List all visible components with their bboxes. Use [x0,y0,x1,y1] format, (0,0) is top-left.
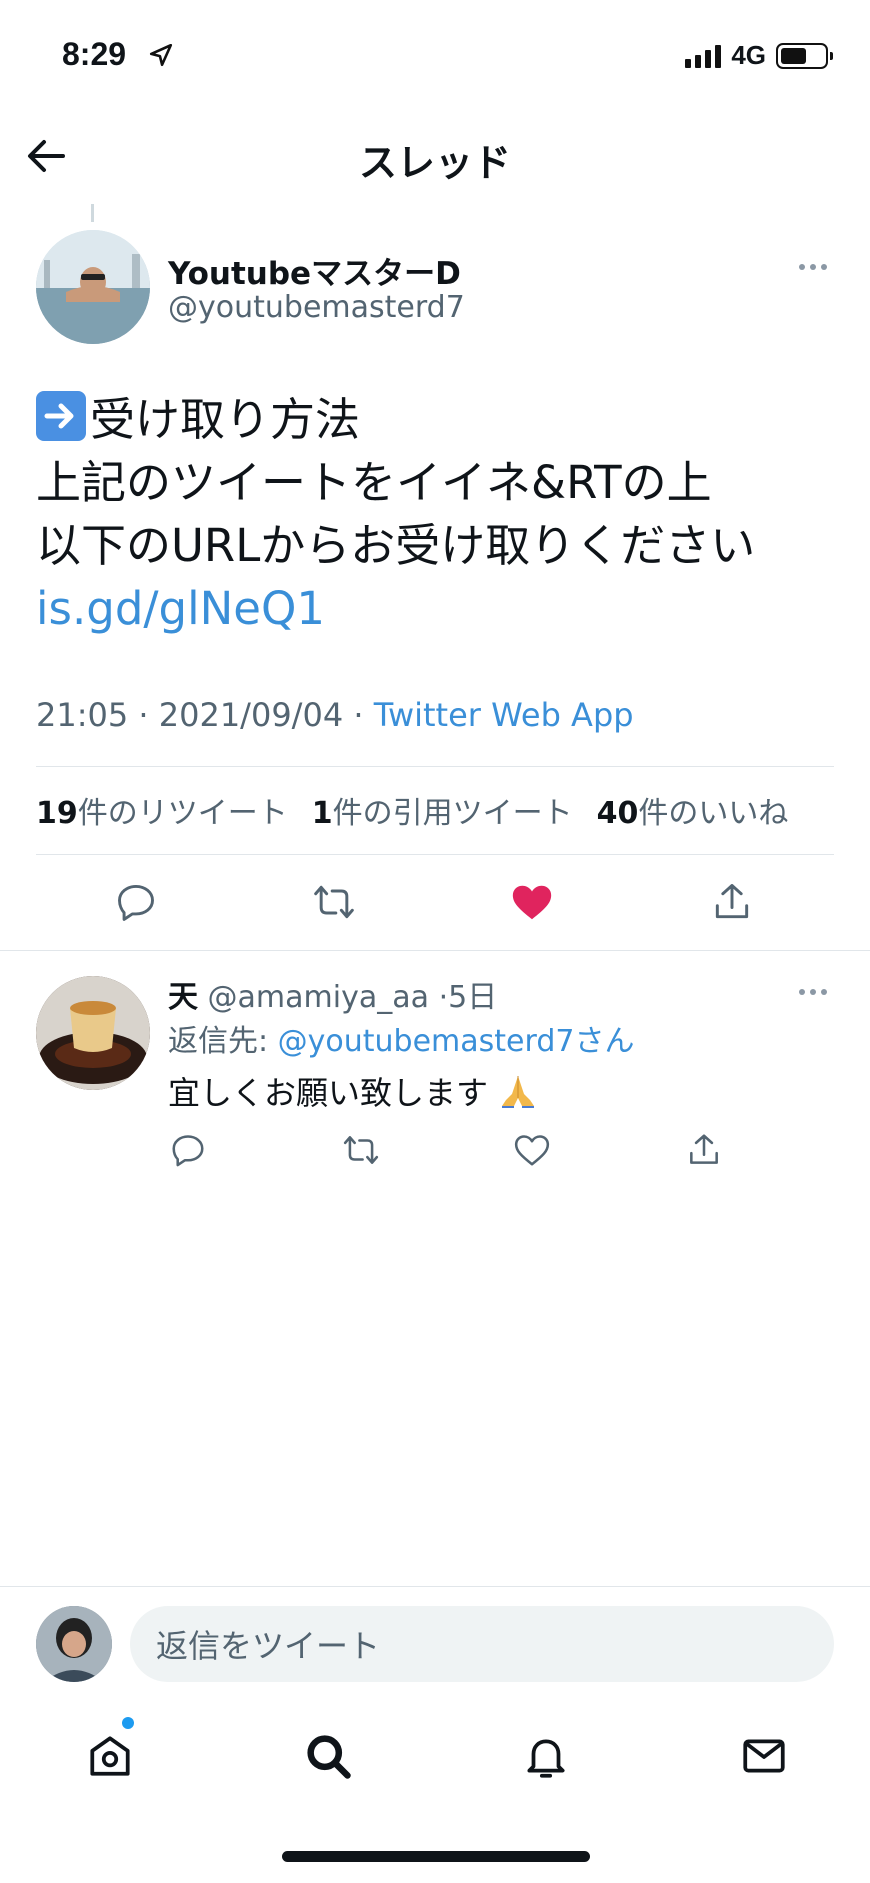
current-user-avatar-image [36,1606,112,1682]
mail-icon [743,1739,785,1773]
home-icon [90,1736,130,1776]
folded-hands-emoji [502,1076,535,1108]
tweet-text: 受け取り方法 上記のツイートをイイネ&RTの上 以下のURLからお受け取りくださ… [36,388,836,640]
reply-button[interactable] [110,876,162,928]
reply-like-button[interactable] [510,1128,554,1172]
tweet-link[interactable]: is.gd/glNeQ1 [36,577,836,640]
reply-retweet-button[interactable] [338,1128,384,1172]
reply-icon [118,884,154,921]
status-indicators: 4G [685,40,833,71]
network-type: 4G [731,40,766,70]
reply-share-button[interactable] [682,1128,726,1172]
reply-text-body: 宜しくお願い致します [168,1074,489,1112]
author-avatar[interactable] [36,230,150,344]
reply-to-label: 返信先: [168,1024,278,1059]
reply-avatar-image [36,976,150,1090]
retweets-stat[interactable]: 19件のリツイート [36,788,288,832]
retweet-button[interactable] [306,876,362,928]
current-user-avatar[interactable] [36,1606,112,1682]
heart-filled-icon [512,885,552,920]
divider [0,950,870,951]
home-notification-dot [122,1717,134,1729]
tweet-line-2: 上記のツイートをイイネ&RTの上 [36,456,712,509]
tab-notifications[interactable] [516,1726,576,1786]
reply-to: 返信先: @youtubemasterd7さん [168,1016,634,1060]
retweets-label: 件のリツイート [77,796,288,831]
tweet-line-3: 以下のURLからお受け取りください [36,519,756,572]
reply-separator: · [438,980,449,1015]
status-time: 8:29 [62,36,127,72]
header: スレッド [0,110,870,202]
reply-to-mention[interactable]: @youtubemasterd7さん [278,1024,635,1059]
reply-text: 宜しくお願い致します [168,1068,538,1114]
status-bar: 8:29 4G [0,0,870,110]
battery-icon [776,42,833,69]
retweets-count: 19 [36,796,78,831]
reply-icon [172,1135,204,1167]
tweet-date: 2021/09/04 [158,696,344,734]
divider [36,854,834,855]
tweet-line-1: 受け取り方法 [90,393,361,446]
retweet-icon [343,1136,379,1164]
meta-separator: · [138,696,149,734]
reply-author-name[interactable]: 天 [168,980,198,1015]
reply-composer-input[interactable]: 返信をツイート [130,1606,834,1682]
like-button[interactable] [506,876,558,928]
more-options-icon[interactable] [799,264,827,270]
reply-age: 5日 [448,980,498,1015]
tweet-stats: 19件のリツイート 1件の引用ツイート 40件のいいね [36,788,788,832]
tab-search[interactable] [298,1726,358,1786]
reply-header: 天 @amamiya_aa ·5日 [168,972,497,1016]
heart-icon [514,1135,550,1166]
likes-label: 件のいいね [638,796,789,831]
author-avatar-image [36,230,150,344]
quotes-stat[interactable]: 1件の引用ツイート [312,788,573,832]
tweet-meta: 21:05 · 2021/09/04 · Twitter Web App [36,696,634,734]
signal-icon [685,44,722,68]
tweet-line: 受け取り方法 [36,388,836,451]
right-arrow-emoji [36,391,86,441]
search-icon [307,1735,351,1779]
tab-messages[interactable] [734,1726,794,1786]
tab-home[interactable] [80,1726,140,1786]
divider [36,766,834,767]
share-icon [690,1134,718,1164]
location-arrow-icon [149,43,173,67]
reply-reply-button[interactable] [166,1128,210,1172]
tweet-time: 21:05 [36,696,129,734]
author-handle[interactable]: @youtubemasterd7 [168,290,465,325]
likes-stat[interactable]: 40件のいいね [597,788,789,832]
reply-author-handle[interactable]: @amamiya_aa [208,980,429,1015]
retweet-icon [314,885,354,919]
quotes-count: 1 [311,796,333,831]
more-options-icon[interactable] [799,989,827,995]
share-icon [715,884,749,919]
share-button[interactable] [706,876,758,928]
reply-avatar[interactable] [36,976,150,1090]
home-indicator[interactable] [282,1851,590,1862]
source-app-link[interactable]: Twitter Web App [374,696,634,734]
quotes-label: 件の引用ツイート [332,796,573,831]
divider [0,1586,870,1587]
author-name[interactable]: YoutubeマスターD [168,248,461,293]
bell-icon [527,1739,565,1778]
meta-separator: · [353,696,364,734]
page-title: スレッド [358,141,511,185]
thread-connector [91,204,94,222]
battery-level [781,47,807,64]
likes-count: 40 [596,796,639,831]
